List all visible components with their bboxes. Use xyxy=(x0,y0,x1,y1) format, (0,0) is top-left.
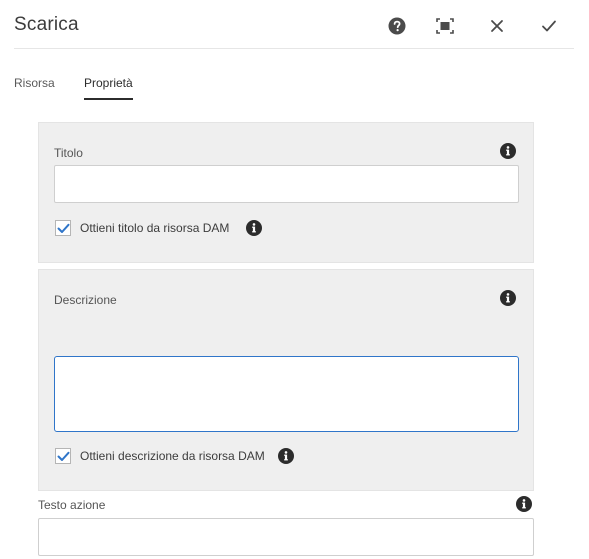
tab-risorsa[interactable]: Risorsa xyxy=(14,76,55,90)
titolo-dam-checkbox[interactable] xyxy=(55,220,71,236)
descrizione-label: Descrizione xyxy=(54,293,117,307)
fullscreen-icon xyxy=(436,18,454,34)
confirm-button[interactable] xyxy=(537,14,561,38)
close-icon xyxy=(491,20,503,32)
titolo-panel: Titolo Ottieni titolo da risorsa DAM xyxy=(38,122,534,263)
info-icon[interactable] xyxy=(516,496,532,512)
info-icon[interactable] xyxy=(500,143,516,159)
dialog-header: Scarica xyxy=(0,0,589,50)
titolo-input[interactable] xyxy=(54,165,519,203)
titolo-label: Titolo xyxy=(54,146,83,160)
info-icon[interactable] xyxy=(500,290,516,306)
checkmark-icon xyxy=(542,20,556,32)
help-button[interactable] xyxy=(385,14,409,38)
descrizione-textarea[interactable] xyxy=(54,356,519,432)
dialog: Scarica Risorsa Proprietà Titolo Ottieni… xyxy=(0,0,589,559)
checkmark-icon xyxy=(57,451,69,461)
cancel-button[interactable] xyxy=(485,14,509,38)
info-icon[interactable] xyxy=(246,220,262,236)
dialog-title: Scarica xyxy=(14,14,79,35)
testo-azione-input[interactable] xyxy=(38,518,534,556)
help-icon xyxy=(388,17,406,35)
fullscreen-button[interactable] xyxy=(433,14,457,38)
tab-proprieta[interactable]: Proprietà xyxy=(84,76,133,90)
descrizione-panel: Descrizione Ottieni descrizione da risor… xyxy=(38,269,534,491)
active-tab-indicator xyxy=(84,98,133,100)
testo-azione-label: Testo azione xyxy=(38,498,106,512)
info-icon[interactable] xyxy=(278,448,294,464)
titolo-dam-checkbox-label: Ottieni titolo da risorsa DAM xyxy=(80,221,230,235)
descrizione-dam-checkbox[interactable] xyxy=(55,448,71,464)
checkmark-icon xyxy=(57,223,69,233)
descrizione-dam-checkbox-label: Ottieni descrizione da risorsa DAM xyxy=(80,449,265,463)
header-divider xyxy=(14,48,574,49)
